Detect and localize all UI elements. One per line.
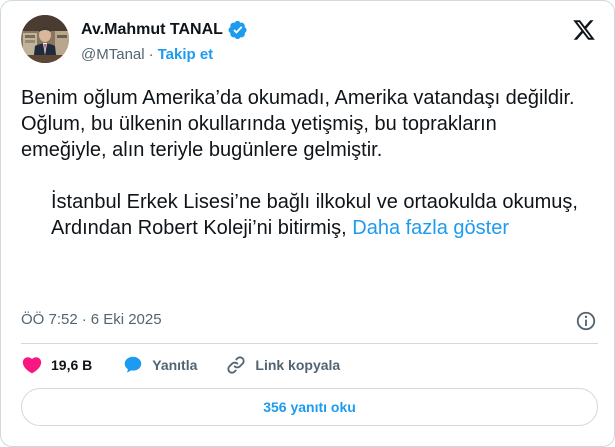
reply-label: Yanıtla bbox=[152, 357, 198, 373]
tweet-card: Av.Mahmut TANAL @MTanal · Takip et Benim… bbox=[0, 0, 615, 447]
meta-separator: · bbox=[81, 311, 87, 328]
read-replies-label: 356 yanıtı oku bbox=[263, 399, 356, 415]
avatar-image bbox=[21, 15, 69, 63]
x-logo-icon[interactable] bbox=[572, 18, 596, 42]
tweet-line: Ardından Robert Koleji’ni bitirmiş, Daha… bbox=[21, 215, 580, 241]
tweet-time: ÖÖ 7:52 bbox=[21, 311, 78, 328]
reply-button[interactable]: Yanıtla bbox=[122, 354, 197, 376]
tweet-line: Oğlum, bu ülkenin okullarında yetişmiş, … bbox=[21, 113, 497, 161]
avatar[interactable] bbox=[21, 15, 69, 63]
read-replies-button[interactable]: 356 yanıtı oku bbox=[21, 388, 598, 426]
action-bar: 19,6 B Yanıtla Link kopyala bbox=[21, 353, 340, 377]
tweet-line-text: Ardından Robert Koleji’ni bitirmiş, bbox=[51, 217, 347, 239]
copy-link-label: Link kopyala bbox=[255, 357, 341, 373]
tweet-line: Benim oğlum Amerika’da okumadı, Amerika … bbox=[21, 87, 575, 109]
copy-link-button[interactable]: Link kopyala bbox=[225, 354, 340, 376]
handle-separator: · bbox=[148, 46, 154, 63]
tweet-text: Benim oğlum Amerika’da okumadı, Amerika … bbox=[21, 85, 580, 241]
like-count: 19,6 B bbox=[51, 357, 93, 373]
link-icon bbox=[227, 356, 245, 374]
tweet-timestamp[interactable]: ÖÖ 7:52 · 6 Eki 2025 bbox=[21, 311, 162, 328]
reply-bubble-icon bbox=[125, 356, 142, 373]
author-handle-row: @MTanal · Takip et bbox=[81, 46, 213, 63]
author-handle[interactable]: @MTanal bbox=[81, 46, 145, 63]
info-icon[interactable] bbox=[575, 310, 597, 332]
divider bbox=[21, 343, 598, 344]
heart-icon bbox=[22, 357, 42, 374]
tweet-line: İstanbul Erkek Lisesi’ne bağlı ilkokul v… bbox=[51, 191, 578, 213]
like-button[interactable]: 19,6 B bbox=[21, 354, 92, 376]
tweet-date: 6 Eki 2025 bbox=[90, 311, 162, 328]
show-more-link[interactable]: Daha fazla göster bbox=[352, 217, 509, 239]
follow-button[interactable]: Takip et bbox=[158, 46, 214, 63]
verified-badge-icon bbox=[228, 20, 247, 40]
author-name-row: Av.Mahmut TANAL bbox=[81, 20, 248, 40]
author-name[interactable]: Av.Mahmut TANAL bbox=[81, 21, 223, 39]
